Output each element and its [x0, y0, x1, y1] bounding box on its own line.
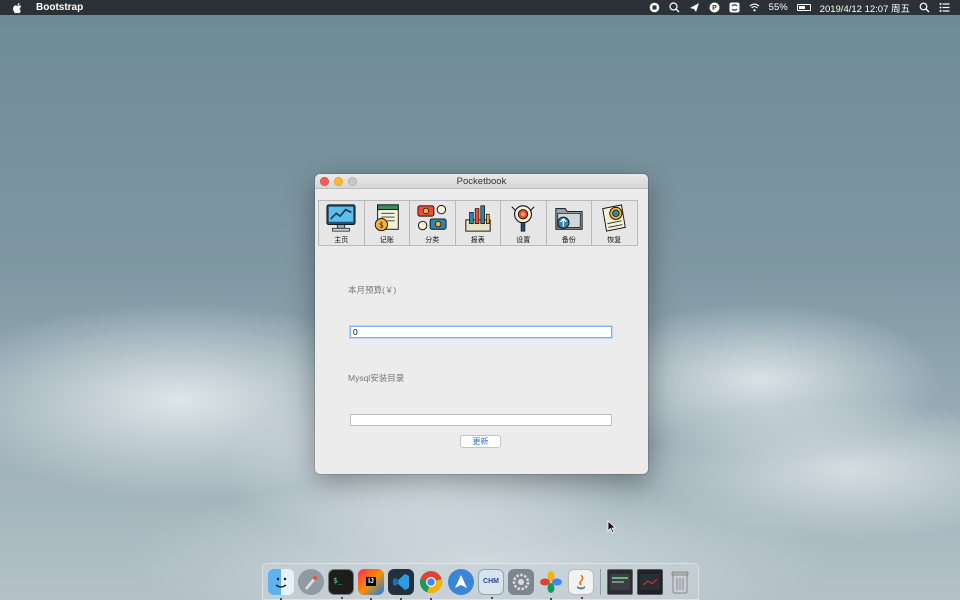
window-thumbnail-icon: [610, 573, 630, 590]
dock-trash[interactable]: [667, 569, 693, 595]
magnifier-settings-icon: [511, 205, 535, 232]
window-title: Pocketbook: [456, 175, 507, 187]
toolbar-label: 恢复: [607, 237, 622, 244]
toolbar-label: 报表: [470, 237, 485, 244]
dock-terminal[interactable]: $_: [328, 568, 354, 599]
wifi-icon[interactable]: [749, 2, 760, 13]
terminal-icon: $_: [333, 576, 343, 585]
toolbar-restore-button[interactable]: 恢复: [591, 200, 638, 246]
battery-percent[interactable]: 55%: [769, 2, 788, 13]
photos-icon: [540, 570, 562, 593]
mouse-cursor-icon: [607, 520, 617, 534]
dock-photos[interactable]: [538, 569, 564, 600]
dock-chrome[interactable]: [418, 569, 444, 600]
mysql-dir-label: Mysql安装目录: [348, 373, 405, 383]
toolbar-settings-button[interactable]: 设置: [500, 200, 547, 246]
battery-icon[interactable]: [796, 4, 811, 11]
toolbar: 主页 $ 记账 分类 报表 设置 备份 恢复: [318, 200, 638, 246]
dock-maps[interactable]: [448, 568, 474, 595]
budget-label: 本月预算(￥): [348, 285, 397, 295]
toolbar-report-button[interactable]: 报表: [454, 200, 501, 246]
app-menu-name[interactable]: Bootstrap: [36, 2, 83, 13]
dock-minimized-window-1[interactable]: [607, 568, 633, 595]
notification-center-icon[interactable]: [939, 2, 950, 13]
toolbar-backup-button[interactable]: 备份: [545, 200, 592, 246]
toolbar-label: 备份: [561, 237, 576, 244]
folder-backup-icon: [555, 208, 583, 230]
close-window-button[interactable]: [320, 177, 329, 186]
dock: $_ IJ CHM: [262, 563, 699, 600]
svg-text:P: P: [712, 5, 717, 12]
dock-system-preferences[interactable]: [508, 568, 534, 595]
bar-report-icon: [465, 205, 491, 232]
send-icon[interactable]: [689, 2, 700, 13]
system-preferences-icon: [512, 573, 530, 590]
toolbar-category-button[interactable]: 分类: [409, 200, 456, 246]
launchpad-icon: [305, 575, 317, 590]
s-badge-icon[interactable]: [729, 2, 740, 13]
record-icon[interactable]: [649, 2, 660, 13]
dock-minimized-window-2[interactable]: [637, 568, 663, 595]
dock-java[interactable]: [568, 568, 594, 599]
spotlight-icon[interactable]: [919, 2, 930, 13]
budget-input[interactable]: [350, 326, 612, 338]
toolbar-label: 记账: [379, 237, 394, 244]
svg-text:$: $: [379, 220, 384, 229]
toolbar-bookkeeping-button[interactable]: $ 记账: [363, 200, 410, 246]
clock[interactable]: 2019/4/12 12:07 周五: [820, 1, 910, 15]
mysql-dir-input[interactable]: [350, 414, 612, 426]
currency-exchange-icon: [417, 204, 447, 231]
toolbar-label: 主页: [334, 237, 349, 244]
document-restore-icon: [602, 204, 627, 232]
title-bar[interactable]: Pocketbook: [315, 174, 648, 189]
apple-icon[interactable]: [12, 2, 24, 14]
dock-intellij[interactable]: IJ: [358, 568, 384, 600]
chm-reader-icon: CHM: [483, 578, 499, 585]
maps-arrow-icon: [455, 574, 467, 588]
dock-finder[interactable]: [268, 568, 294, 600]
dock-vscode[interactable]: [388, 568, 414, 600]
pocketbook-window: Pocketbook 主页 $ 记账 分类 报表 设置 备份 恢复 本月预算(￥…: [315, 174, 648, 474]
dock-launchpad[interactable]: [298, 568, 324, 595]
trash-icon: [671, 571, 689, 593]
finder-icon: [275, 577, 287, 588]
search-plus-icon[interactable]: [669, 2, 680, 13]
dock-chm-reader[interactable]: CHM: [478, 568, 504, 599]
ledger-coin-icon: $: [374, 204, 399, 232]
vscode-icon: [393, 573, 409, 590]
update-button[interactable]: 更新: [460, 435, 501, 448]
toolbar-home-button[interactable]: 主页: [318, 200, 365, 246]
monitor-chart-icon: [326, 204, 356, 232]
toolbar-label: 设置: [516, 237, 531, 244]
svg-text:$_: $_: [333, 576, 343, 585]
dock-separator: [600, 568, 601, 595]
java-icon: [577, 573, 585, 589]
minimize-window-button[interactable]: [334, 177, 343, 186]
toolbar-label: 分类: [425, 237, 440, 244]
chrome-icon: [420, 570, 442, 593]
zoom-window-button[interactable]: [348, 177, 357, 186]
intellij-icon: IJ: [366, 577, 376, 586]
menu-bar: Bootstrap P 55% 2019/4/12 12:07 周五: [0, 0, 960, 15]
window-thumbnail-icon: [640, 573, 660, 590]
p-badge-icon[interactable]: P: [709, 2, 720, 13]
